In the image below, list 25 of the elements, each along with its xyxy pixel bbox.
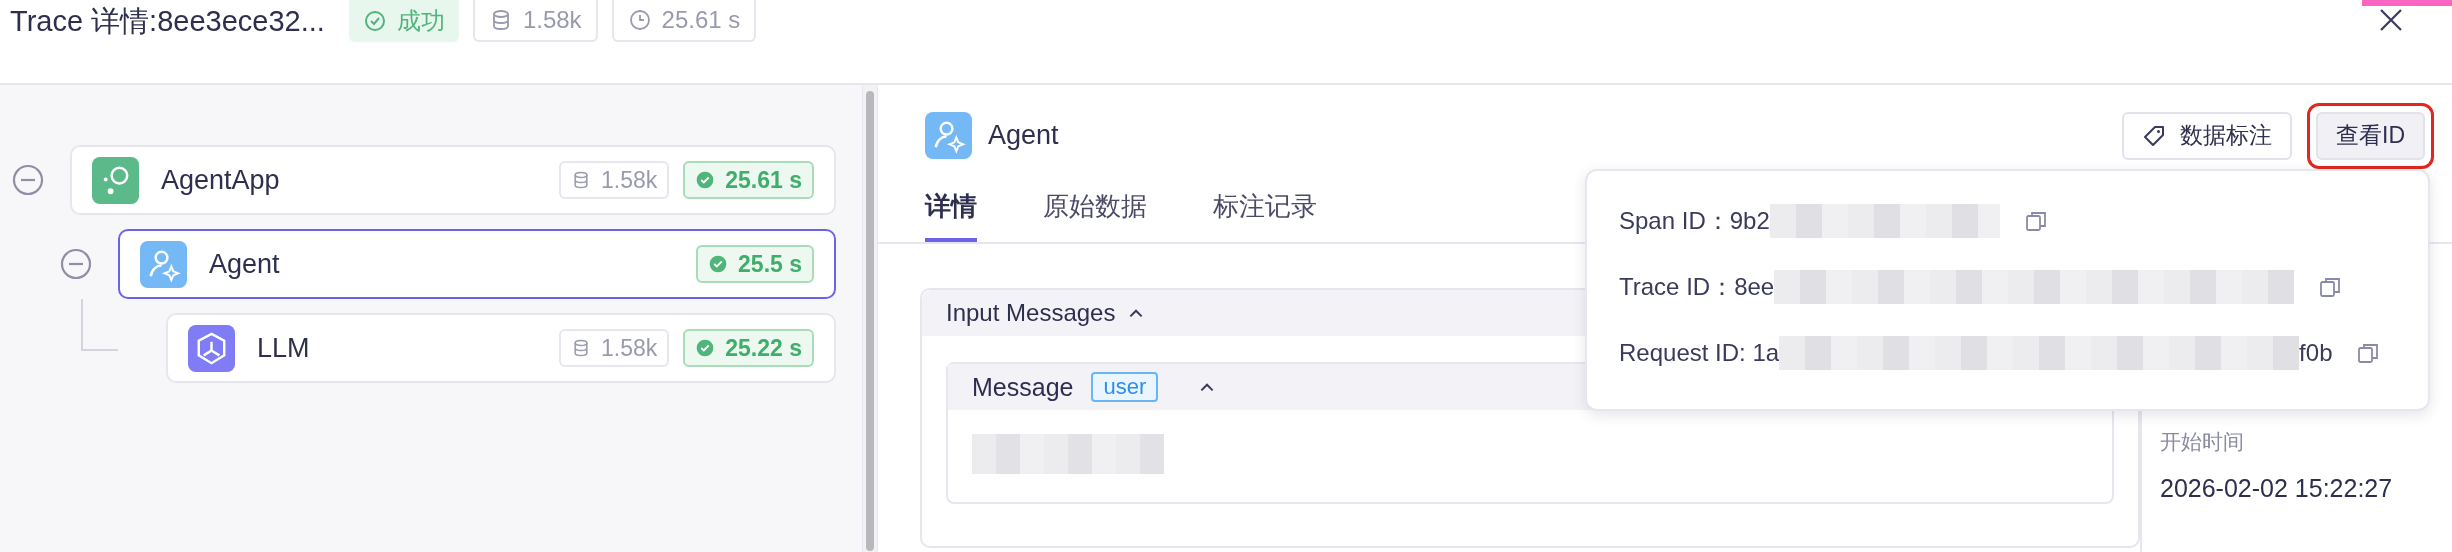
id-value: f0b <box>2299 339 2333 367</box>
id-label: Span ID： <box>1619 206 1730 236</box>
trace-title: Trace 详情:8ee3ece32... <box>10 4 325 39</box>
token-badge: 1.58k <box>559 329 670 367</box>
token-badge: 1.58k <box>472 0 598 42</box>
span-name: AgentApp <box>161 164 280 196</box>
id-value: 1a <box>1752 339 1780 367</box>
duration-badge: 25.5 s <box>696 245 814 283</box>
span-name: Agent <box>209 248 280 280</box>
duration-badge: 25.22 s <box>683 329 814 367</box>
start-time: 2026-02-02 15:22:27 <box>2160 474 2394 503</box>
span-title: Agent <box>988 120 1059 151</box>
field-label: 开始时间 <box>2160 429 2245 455</box>
message-title: Message <box>972 372 1074 402</box>
duration-badge: 25.61 s <box>611 0 757 42</box>
id-value: 9b2 <box>1729 207 1770 235</box>
span-name: LLM <box>257 332 310 364</box>
section-title: Input Messages <box>946 299 1116 327</box>
id-label: Request ID: <box>1619 339 1747 367</box>
role-tag: user <box>1091 372 1159 402</box>
id-label: Trace ID： <box>1619 272 1735 302</box>
duration-badge: 25.61 s <box>683 161 814 199</box>
status-badge: 成功 <box>348 0 459 42</box>
token-badge: 1.58k <box>559 161 670 199</box>
id-value: 8ee <box>1734 273 1775 301</box>
